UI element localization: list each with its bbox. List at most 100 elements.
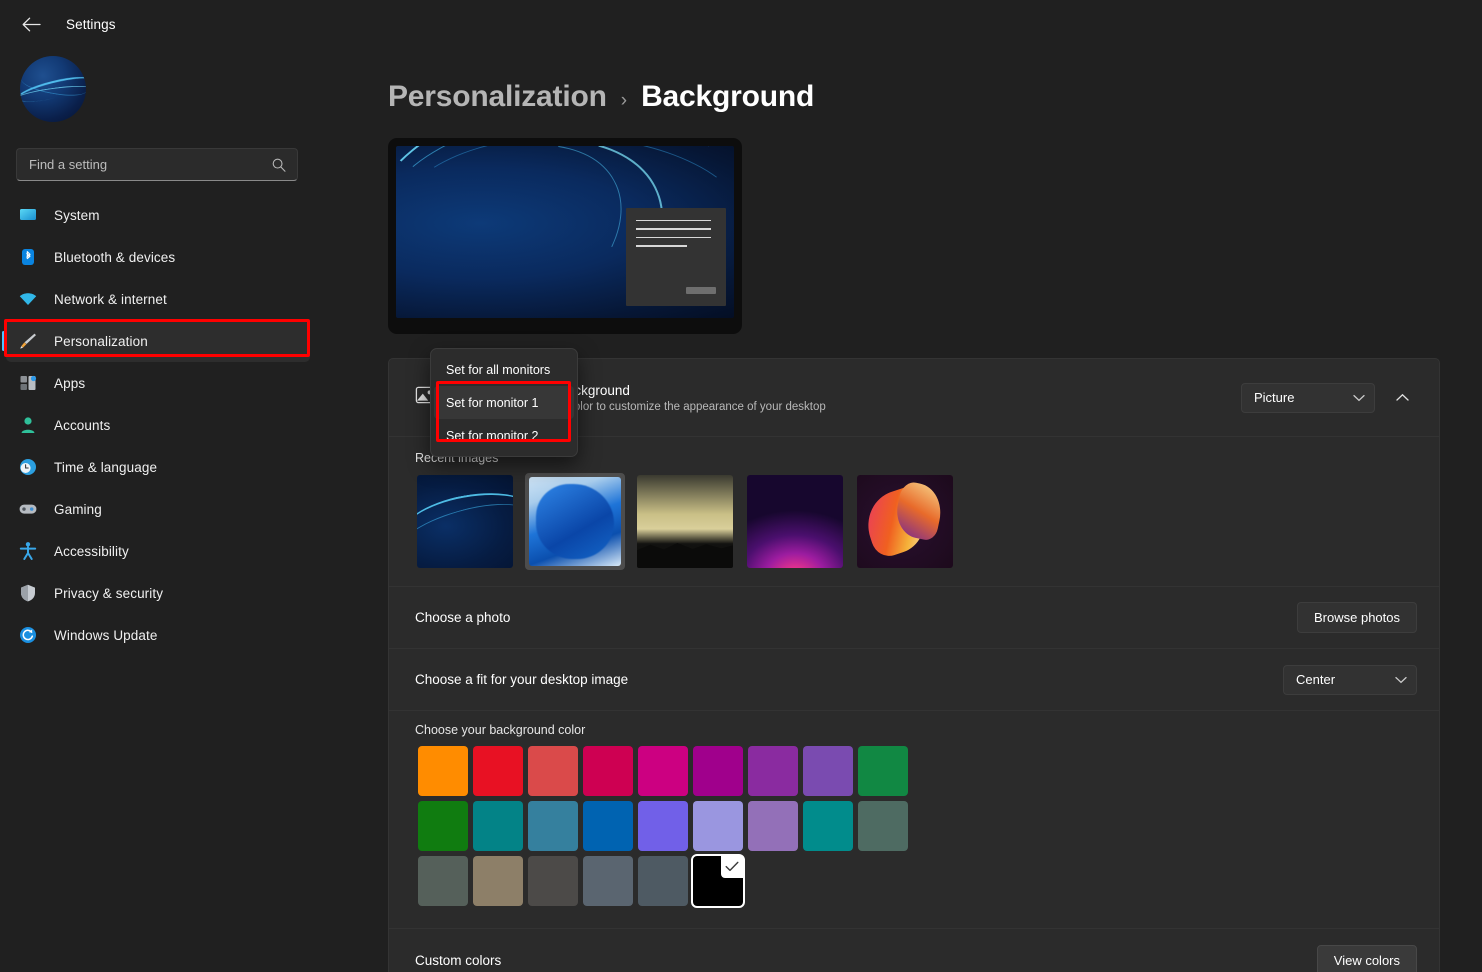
color-swatch-35809e[interactable] [527,800,578,851]
custom-colors-label: Custom colors [415,952,502,968]
sidebar-item-network-internet[interactable]: Network & internet [6,278,310,320]
bluetooth-icon [18,247,38,267]
sidebar-nav: System Bluetooth & devices Network & int… [0,194,324,656]
color-swatch-4c4a48[interactable] [527,855,578,906]
avatar[interactable] [20,56,86,122]
color-swatch-4e5a63[interactable] [637,855,688,906]
sidebar-item-label: Windows Update [54,627,158,643]
color-swatch-ce0052[interactable] [582,745,633,796]
recent-images-list [415,473,1413,570]
thumbnail-mountain-sunset[interactable] [635,473,735,570]
color-swatch-cc0081[interactable] [637,745,688,796]
choose-photo-row: Choose a photo Browse photos [389,587,1439,649]
color-swatch-8a2ba0[interactable] [747,745,798,796]
color-swatch-cell [525,798,580,853]
breadcrumb: Personalization › Background [388,80,814,114]
sidebar-item-label: Apps [54,375,86,391]
back-button[interactable] [14,9,48,39]
color-swatch-000000[interactable] [690,853,745,908]
sidebar-item-windows-update[interactable]: Windows Update [6,614,310,656]
color-swatch-cell [745,743,800,798]
sidebar-item-label: System [54,207,100,223]
checkmark-icon [720,854,744,878]
sidebar-item-label: Personalization [54,333,148,349]
thumbnail-purple-glow[interactable] [745,473,845,570]
preview-window [626,207,726,306]
color-swatch-cell [415,798,470,853]
color-swatch-cell [525,853,580,908]
color-swatch-0063b1[interactable] [582,800,633,851]
thumbnail-abstract-flower[interactable] [855,473,955,570]
color-swatch-cell [690,798,745,853]
color-swatch-107c10[interactable] [417,800,468,851]
search-input[interactable] [29,157,271,172]
color-swatch-118843[interactable] [857,745,908,796]
page-title: Background [641,80,815,113]
monitor-context-menu: Set for all monitors Set for monitor 1 S… [430,348,578,457]
sidebar-item-bluetooth-devices[interactable]: Bluetooth & devices [6,236,310,278]
wifi-icon [18,289,38,309]
color-swatch-cell [415,853,470,908]
color-swatch-cell [635,853,690,908]
color-swatch-grid [415,743,1413,908]
sidebar-item-system[interactable]: System [6,194,310,236]
menu-item-set-monitor-1[interactable]: Set for monitor 1 [434,386,574,419]
sidebar-item-label: Accounts [54,417,111,433]
choose-fit-row: Choose a fit for your desktop image Cent… [389,649,1439,711]
collapse-expander-button[interactable] [1387,383,1417,413]
menu-item-set-monitor-2[interactable]: Set for monitor 2 [434,419,574,452]
person-icon [18,415,38,435]
sidebar-item-accessibility[interactable]: Accessibility [6,530,310,572]
color-swatch-038387[interactable] [472,800,523,851]
accessibility-icon [18,541,38,561]
color-swatch-7160e8[interactable] [637,800,688,851]
fit-select[interactable]: Center [1283,664,1417,695]
choose-photo-label: Choose a photo [415,610,511,625]
color-swatch-018c8c[interactable] [802,800,853,851]
color-swatch-55605a[interactable] [417,855,468,906]
color-swatch-cell [470,853,525,908]
sidebar-item-personalization[interactable]: Personalization [2,320,310,362]
paintbrush-icon [18,331,38,351]
color-swatch-cell [635,798,690,853]
sidebar-item-gaming[interactable]: Gaming [6,488,310,530]
background-type-select[interactable]: Picture [1241,382,1375,413]
color-swatch-7a4bb0[interactable] [802,745,853,796]
thumbnail-windows-bloom[interactable] [525,473,625,570]
search-box[interactable] [16,148,298,181]
shield-icon [18,583,38,603]
background-color-label: Choose your background color [415,723,586,737]
color-swatch-cell [580,798,635,853]
title-bar: Settings [0,0,1482,48]
sidebar-item-apps[interactable]: Apps [6,362,310,404]
view-colors-button[interactable]: View colors [1316,944,1417,972]
color-swatch-cell [635,743,690,798]
thumbnail-blue-waves[interactable] [415,473,515,570]
sidebar-item-privacy-security[interactable]: Privacy & security [6,572,310,614]
color-swatch-5a6570[interactable] [582,855,633,906]
color-swatch-9a96e0[interactable] [692,800,743,851]
menu-item-set-all-monitors[interactable]: Set for all monitors [434,353,574,386]
color-swatch-9370b8[interactable] [747,800,798,851]
color-swatch-cell [525,743,580,798]
apps-icon [18,373,38,393]
browse-photos-button[interactable]: Browse photos [1297,602,1417,633]
breadcrumb-parent[interactable]: Personalization [388,80,607,114]
settings-window: Settings System [0,0,1482,972]
chevron-up-icon [1395,393,1409,401]
color-swatch-a0008c[interactable] [692,745,743,796]
color-swatch-da4a4a[interactable] [527,745,578,796]
content-area: Personalization › Background background … [324,48,1482,972]
color-swatch-cell [800,743,855,798]
sidebar-item-accounts[interactable]: Accounts [6,404,310,446]
chevron-down-icon [1395,676,1407,683]
color-swatch-4e6b62[interactable] [857,800,908,851]
back-arrow-icon [22,17,41,31]
custom-colors-row: Custom colors View colors [389,929,1439,972]
sidebar-item-time-language[interactable]: Time & language [6,446,310,488]
background-color-section: Choose your background color [389,711,1439,929]
color-swatch-ff8c00[interactable] [417,745,468,796]
color-swatch-8d7f68[interactable] [472,855,523,906]
color-swatch-e81123[interactable] [472,745,523,796]
scrollbar[interactable] [1477,108,1480,928]
